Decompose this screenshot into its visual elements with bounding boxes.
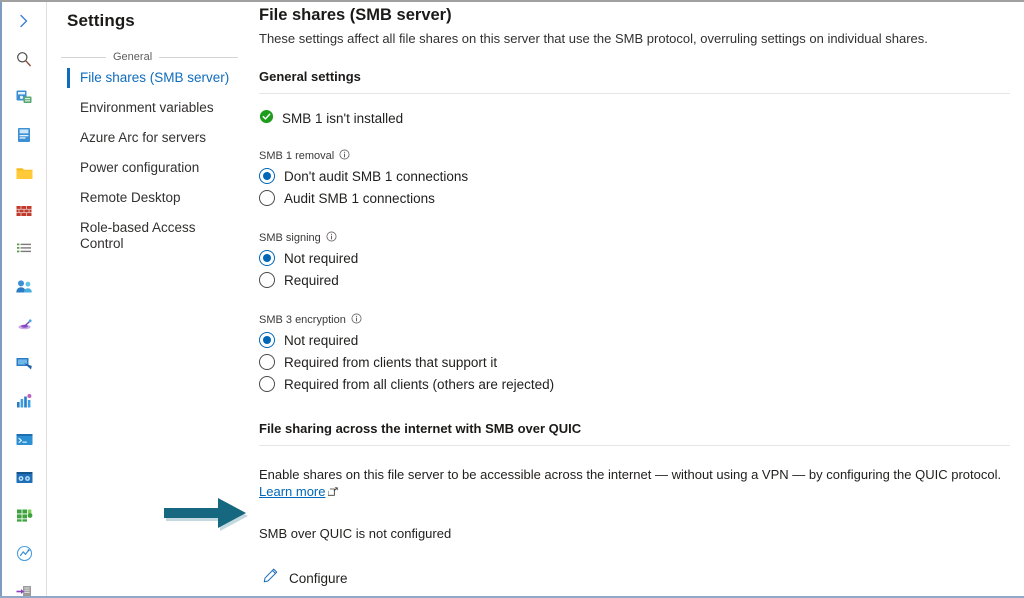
sidebar-item-azure-arc[interactable]: Azure Arc for servers — [47, 123, 252, 153]
radio-dont-audit-smb1[interactable]: Don't audit SMB 1 connections — [259, 165, 1024, 187]
radio-audit-smb1[interactable]: Audit SMB 1 connections — [259, 187, 1024, 209]
radio-label: Not required — [284, 250, 359, 266]
radio-encryption-not-required[interactable]: Not required — [259, 329, 1024, 351]
quic-section-heading: File sharing across the internet with SM… — [259, 421, 582, 436]
radio-indicator[interactable] — [259, 376, 275, 392]
icon-rail — [0, 2, 47, 596]
radio-label: Audit SMB 1 connections — [284, 190, 435, 206]
external-link-icon — [328, 484, 339, 501]
nav-group-label: General — [113, 51, 153, 63]
field-label-row: SMB signing — [259, 231, 1024, 245]
smb1-status-label: SMB 1 isn't installed — [282, 110, 404, 126]
processes-icon[interactable] — [2, 458, 46, 496]
quic-section-divider — [259, 445, 1010, 446]
general-settings-heading: General settings — [259, 69, 361, 84]
field-label-row: SMB 1 removal — [259, 149, 1024, 163]
success-check-icon — [259, 109, 274, 127]
content-title: File shares (SMB server) — [259, 6, 452, 24]
list-icon[interactable] — [2, 230, 46, 268]
firewall-icon[interactable] — [2, 192, 46, 230]
sidebar-item-remote-desktop[interactable]: Remote Desktop — [47, 183, 252, 213]
nav-group-header: General — [61, 51, 238, 63]
field-label-text: SMB 3 encryption — [259, 314, 346, 326]
radio-label: Required — [284, 272, 339, 288]
radio-signing-required[interactable]: Required — [259, 269, 1024, 291]
section-divider — [259, 93, 1010, 94]
main-content: File shares (SMB server) These settings … — [252, 2, 1024, 596]
radio-label: Don't audit SMB 1 connections — [284, 168, 469, 184]
packet-monitor-icon[interactable] — [2, 344, 46, 382]
sidebar-item-rbac[interactable]: Role-based Access Control — [47, 213, 252, 259]
overview-icon[interactable] — [2, 78, 46, 116]
pencil-icon — [262, 567, 279, 589]
info-icon[interactable] — [339, 149, 350, 163]
folder-icon[interactable] — [2, 154, 46, 192]
field-label-row: SMB 3 encryption — [259, 313, 1024, 327]
field-smb1-removal: SMB 1 removal Don't audit SMB 1 connecti… — [259, 149, 1024, 209]
radio-indicator[interactable] — [259, 168, 275, 184]
radio-indicator[interactable] — [259, 332, 275, 348]
info-icon[interactable] — [351, 313, 362, 327]
radio-label: Not required — [284, 332, 359, 348]
field-smb-signing: SMB signing Not required Required — [259, 231, 1024, 291]
chart-icon[interactable] — [2, 382, 46, 420]
radio-encryption-supported-clients[interactable]: Required from clients that support it — [259, 351, 1024, 373]
configure-label: Configure — [289, 570, 348, 586]
radio-indicator[interactable] — [259, 190, 275, 206]
divider-right — [159, 56, 238, 58]
sidebar-item-environment-variables[interactable]: Environment variables — [47, 93, 252, 123]
quic-description-text: Enable shares on this file server to be … — [259, 467, 1002, 482]
content-subtitle: These settings affect all file shares on… — [259, 31, 928, 46]
divider-left — [61, 56, 106, 58]
terminal-icon[interactable] — [2, 420, 46, 458]
radio-indicator[interactable] — [259, 272, 275, 288]
smb1-status-row: SMB 1 isn't installed — [259, 109, 1024, 127]
quic-status-text: SMB over QUIC is not configured — [259, 526, 452, 541]
search-icon[interactable] — [2, 40, 46, 78]
sidebar-item-file-shares[interactable]: File shares (SMB server) — [47, 63, 252, 93]
remote-desktop-icon[interactable] — [2, 534, 46, 572]
radio-label: Required from all clients (others are re… — [284, 376, 555, 392]
radio-signing-not-required[interactable]: Not required — [259, 247, 1024, 269]
registry-icon[interactable] — [2, 496, 46, 534]
page-title: Settings — [67, 11, 135, 30]
quic-description: Enable shares on this file server to be … — [259, 466, 1024, 501]
app-window: Settings General File shares (SMB server… — [0, 0, 1024, 598]
radio-indicator[interactable] — [259, 250, 275, 266]
sidebar-item-power-configuration[interactable]: Power configuration — [47, 153, 252, 183]
field-label-text: SMB 1 removal — [259, 150, 335, 162]
field-smb3-encryption: SMB 3 encryption Not required Required f… — [259, 313, 1024, 395]
radio-indicator[interactable] — [259, 354, 275, 370]
learn-more-link[interactable]: Learn more — [259, 484, 325, 499]
expand-chevron-icon[interactable] — [2, 2, 46, 40]
radio-encryption-all-clients[interactable]: Required from all clients (others are re… — [259, 373, 1024, 395]
configure-command[interactable]: Configure — [262, 567, 348, 589]
network-icon[interactable] — [2, 306, 46, 344]
info-icon[interactable] — [326, 231, 337, 245]
users-icon[interactable] — [2, 268, 46, 306]
settings-nav-panel: Settings General File shares (SMB server… — [47, 2, 252, 596]
certificates-icon[interactable] — [2, 116, 46, 154]
field-label-text: SMB signing — [259, 232, 321, 244]
radio-label: Required from clients that support it — [284, 354, 498, 370]
roles-icon[interactable] — [2, 572, 46, 596]
